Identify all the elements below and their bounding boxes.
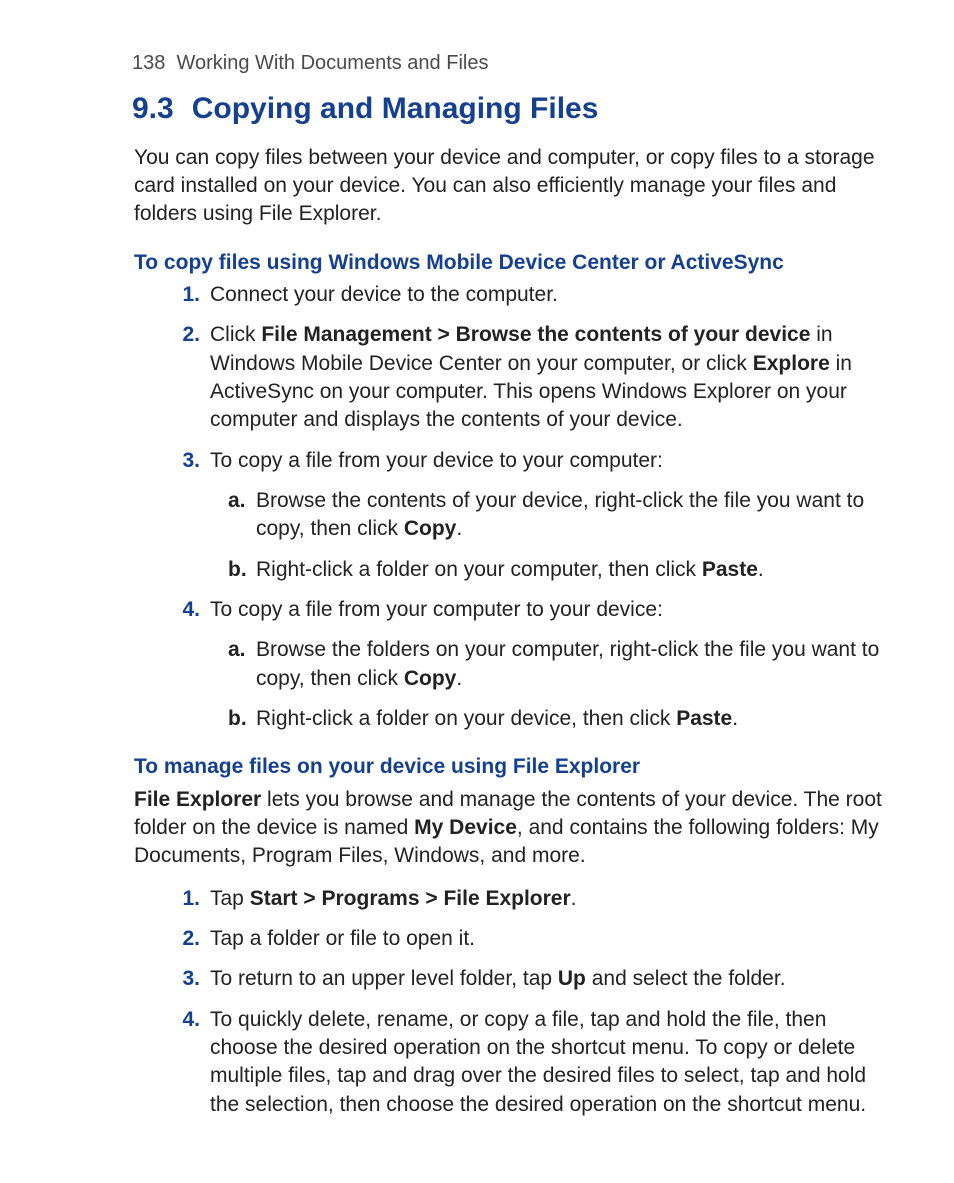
list-text: To return to an upper level folder, tap … bbox=[210, 967, 786, 990]
text-run: To return to an upper level folder, tap bbox=[210, 967, 558, 990]
list-item: 2. Click File Management > Browse the co… bbox=[170, 321, 880, 434]
section-intro: You can copy files between your device a… bbox=[134, 144, 884, 229]
list-item: 1. Tap Start > Programs > File Explorer. bbox=[170, 885, 880, 913]
list-text: To copy a file from your device to your … bbox=[210, 449, 663, 472]
text-run: Browse the contents of your device, righ… bbox=[256, 489, 864, 540]
text-run: . bbox=[571, 887, 577, 910]
text-run: Right-click a folder on your device, the… bbox=[256, 707, 676, 730]
list-text: Connect your device to the computer. bbox=[210, 283, 558, 306]
text-run: and select the folder. bbox=[586, 967, 786, 990]
bold-text: Paste bbox=[702, 558, 758, 581]
bold-text: File Explorer bbox=[134, 788, 261, 811]
procedure-1-heading: To copy files using Windows Mobile Devic… bbox=[134, 249, 884, 277]
list-marker: 4. bbox=[170, 596, 200, 624]
list-marker: 3. bbox=[170, 447, 200, 475]
list-item: 3. To return to an upper level folder, t… bbox=[170, 965, 880, 993]
text-run: . bbox=[456, 517, 462, 540]
list-marker: b. bbox=[228, 705, 250, 733]
chapter-title: Working With Documents and Files bbox=[177, 52, 489, 74]
bold-text: Copy bbox=[404, 667, 457, 690]
text-run: . bbox=[456, 667, 462, 690]
sublist: a. Browse the folders on your computer, … bbox=[228, 636, 880, 733]
text-run: Click bbox=[210, 323, 261, 346]
list-marker: a. bbox=[228, 636, 250, 664]
list-text: To copy a file from your computer to you… bbox=[210, 598, 663, 621]
list-item: 4. To copy a file from your computer to … bbox=[170, 596, 880, 733]
list-text: To quickly delete, rename, or copy a fil… bbox=[210, 1008, 866, 1116]
list-item: b. Right-click a folder on your device, … bbox=[228, 705, 880, 733]
section-title: Copying and Managing Files bbox=[192, 92, 599, 125]
list-text: Tap Start > Programs > File Explorer. bbox=[210, 887, 577, 910]
text-run: . bbox=[732, 707, 738, 730]
list-text: Right-click a folder on your computer, t… bbox=[256, 558, 764, 581]
procedure-2-intro: File Explorer lets you browse and manage… bbox=[134, 786, 884, 871]
list-marker: 4. bbox=[170, 1006, 200, 1034]
text-run: Right-click a folder on your computer, t… bbox=[256, 558, 702, 581]
list-marker: 2. bbox=[170, 321, 200, 349]
list-marker: 1. bbox=[170, 281, 200, 309]
text-run: Browse the folders on your computer, rig… bbox=[256, 638, 879, 689]
list-text: Right-click a folder on your device, the… bbox=[256, 707, 738, 730]
bold-text: Start > Programs > File Explorer bbox=[250, 887, 571, 910]
procedure-2-heading: To manage files on your device using Fil… bbox=[134, 753, 884, 781]
sublist: a. Browse the contents of your device, r… bbox=[228, 487, 880, 584]
list-text: Browse the contents of your device, righ… bbox=[256, 489, 864, 540]
text-run: . bbox=[758, 558, 764, 581]
text-run: Tap bbox=[210, 887, 250, 910]
list-item: a. Browse the folders on your computer, … bbox=[228, 636, 880, 693]
bold-text: Paste bbox=[676, 707, 732, 730]
bold-text: Explore bbox=[753, 352, 830, 375]
bold-text: File Management > Browse the contents of… bbox=[261, 323, 810, 346]
list-item: 2. Tap a folder or file to open it. bbox=[170, 925, 880, 953]
bold-text: Copy bbox=[404, 517, 457, 540]
list-marker: a. bbox=[228, 487, 250, 515]
list-item: b. Right-click a folder on your computer… bbox=[228, 556, 880, 584]
list-item: 4. To quickly delete, rename, or copy a … bbox=[170, 1006, 880, 1119]
bold-text: Up bbox=[558, 967, 586, 990]
page-number: 138 bbox=[132, 52, 165, 74]
bold-text: My Device bbox=[414, 816, 517, 839]
section-number: 9.3 bbox=[132, 89, 174, 130]
section-heading: 9.3 Copying and Managing Files bbox=[132, 89, 904, 130]
list-marker: 3. bbox=[170, 965, 200, 993]
list-marker: 2. bbox=[170, 925, 200, 953]
list-item: 1. Connect your device to the computer. bbox=[170, 281, 880, 309]
list-item: 3. To copy a file from your device to yo… bbox=[170, 447, 880, 584]
procedure-2-list: 1. Tap Start > Programs > File Explorer.… bbox=[170, 885, 880, 1119]
list-text: Click File Management > Browse the conte… bbox=[210, 323, 852, 431]
list-text: Tap a folder or file to open it. bbox=[210, 927, 475, 950]
list-marker: b. bbox=[228, 556, 250, 584]
list-text: Browse the folders on your computer, rig… bbox=[256, 638, 879, 689]
list-marker: 1. bbox=[170, 885, 200, 913]
list-item: a. Browse the contents of your device, r… bbox=[228, 487, 880, 544]
procedure-1-list: 1. Connect your device to the computer. … bbox=[170, 281, 880, 733]
running-header: 138 Working With Documents and Files bbox=[132, 50, 904, 77]
document-page: 138 Working With Documents and Files 9.3… bbox=[0, 0, 954, 1183]
